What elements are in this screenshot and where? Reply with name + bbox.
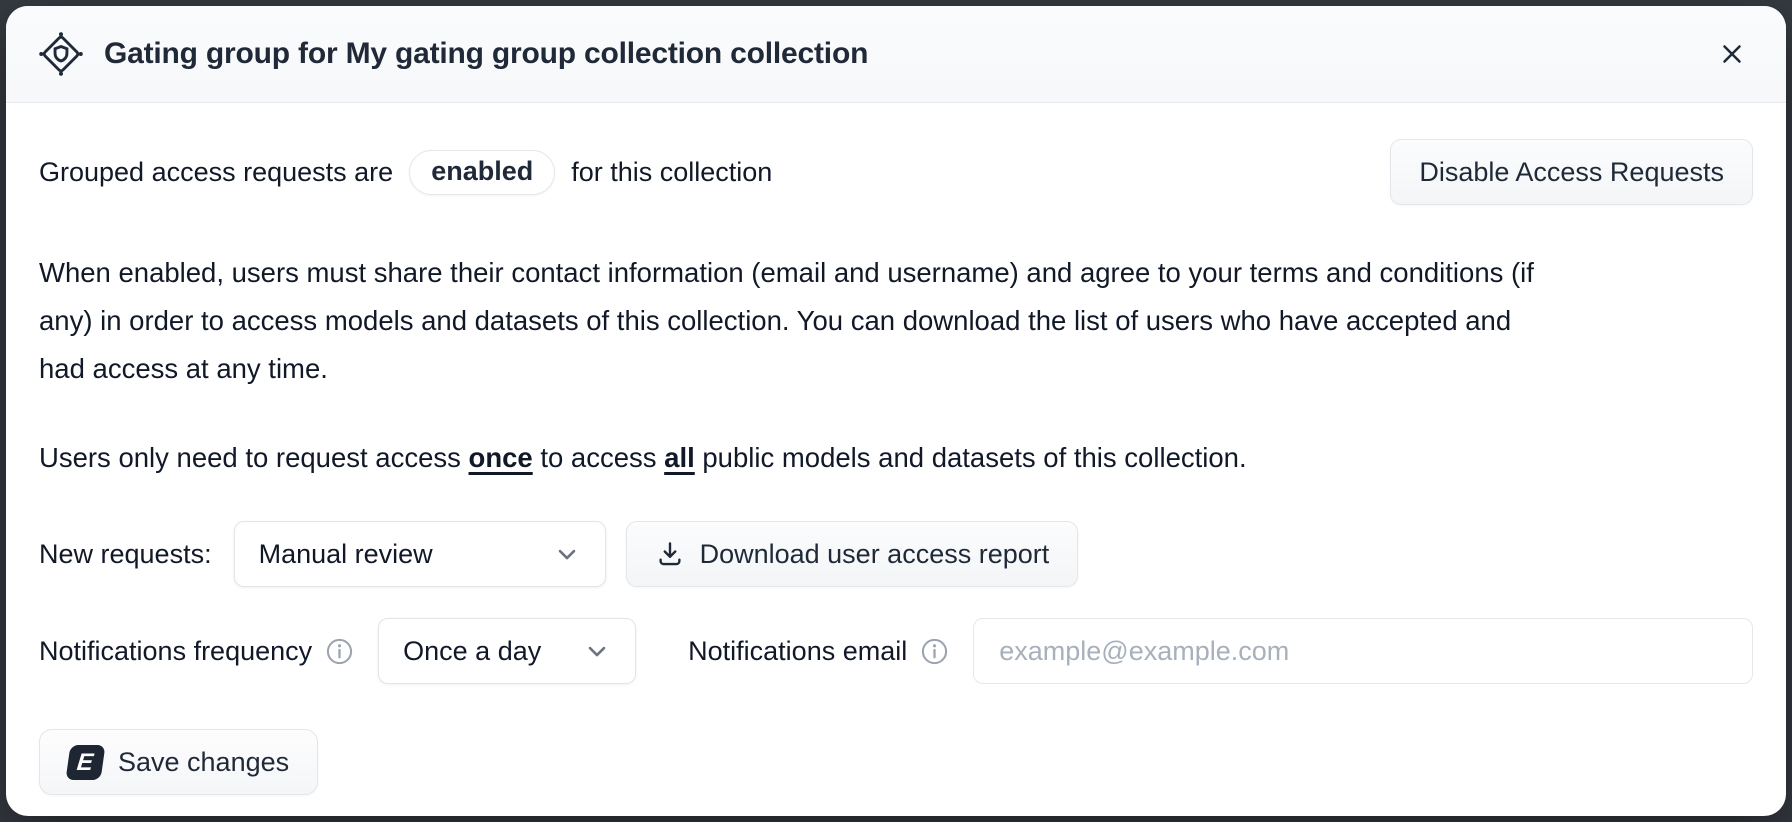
description-note: Users only need to request access once t… bbox=[39, 434, 1753, 482]
gate-shield-icon bbox=[38, 31, 84, 77]
modal-title: Gating group for My gating group collect… bbox=[104, 37, 868, 71]
disable-access-requests-button[interactable]: Disable Access Requests bbox=[1390, 139, 1753, 205]
notifications-frequency-label: Notifications frequency bbox=[39, 636, 312, 667]
frequency-selected-value: Once a day bbox=[403, 636, 541, 667]
note-part: Users only need to request access bbox=[39, 442, 469, 473]
modal-header: Gating group for My gating group collect… bbox=[6, 6, 1786, 103]
gating-group-modal: Gating group for My gating group collect… bbox=[6, 6, 1786, 816]
status-text-before: Grouped access requests are bbox=[39, 157, 393, 188]
save-changes-button[interactable]: E Save changes bbox=[39, 729, 318, 795]
description-paragraph: When enabled, users must share their con… bbox=[39, 249, 1564, 393]
status-text-after: for this collection bbox=[571, 157, 772, 188]
download-button-label: Download user access report bbox=[700, 539, 1050, 570]
download-user-access-report-button[interactable]: Download user access report bbox=[626, 521, 1079, 587]
modal-body: Grouped access requests are enabled for … bbox=[6, 103, 1786, 816]
notifications-row: Notifications frequency Once a day Notif… bbox=[39, 618, 1753, 684]
new-requests-label: New requests: bbox=[39, 539, 212, 570]
info-icon[interactable] bbox=[325, 637, 354, 666]
info-icon[interactable] bbox=[920, 637, 949, 666]
status-badge: enabled bbox=[409, 150, 555, 195]
new-requests-select[interactable]: Manual review bbox=[234, 521, 606, 587]
chevron-down-icon bbox=[553, 540, 581, 568]
status-row: Grouped access requests are enabled for … bbox=[39, 139, 1753, 205]
note-emph-once: once bbox=[469, 442, 533, 473]
new-requests-selected-value: Manual review bbox=[259, 539, 433, 570]
status-text: Grouped access requests are enabled for … bbox=[39, 150, 772, 195]
notifications-email-label: Notifications email bbox=[688, 636, 907, 667]
notifications-frequency-select[interactable]: Once a day bbox=[378, 618, 636, 684]
close-x-icon bbox=[1717, 39, 1747, 69]
chevron-down-icon bbox=[583, 637, 611, 665]
note-part: to access bbox=[533, 442, 664, 473]
note-emph-all: all bbox=[664, 442, 695, 473]
new-requests-row: New requests: Manual review Download use… bbox=[39, 521, 1753, 587]
notifications-email-input[interactable] bbox=[973, 618, 1753, 684]
close-button[interactable] bbox=[1708, 30, 1756, 78]
enterprise-badge-icon: E bbox=[66, 745, 106, 780]
note-part: public models and datasets of this colle… bbox=[695, 442, 1247, 473]
save-button-label: Save changes bbox=[118, 747, 289, 778]
download-icon bbox=[655, 539, 685, 569]
